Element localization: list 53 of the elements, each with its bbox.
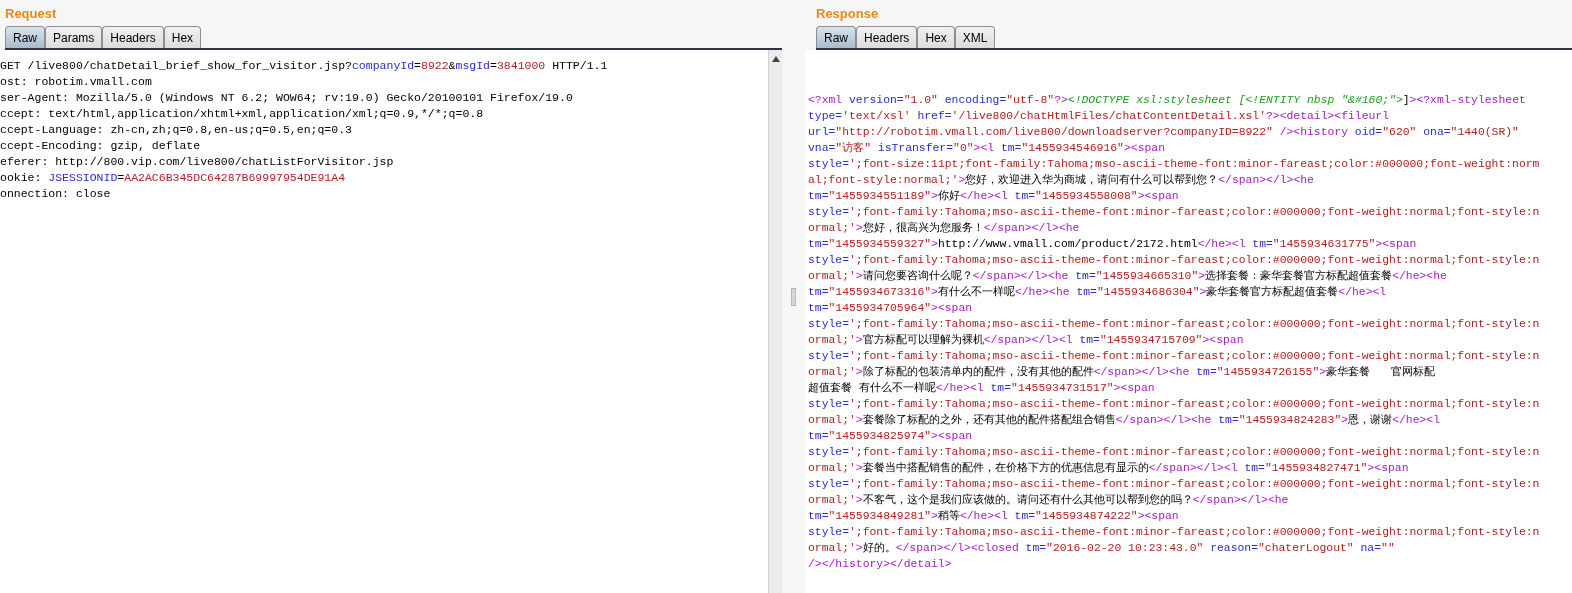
code-line: style=';font-family:Tahoma;mso-ascii-theme-font:minor-fareast;color:#000000;font-weight:normal;font-style:n bbox=[808, 477, 1541, 492]
code-line: ccept-Language: zh-cn,zh;q=0.8,en-us;q=0.5,en;q=0.3 bbox=[0, 122, 353, 138]
code-line: ormal;'>好的。</span></l><closed tm="2016-02-20 10:23:43.0" reason="chaterLogout" na="" bbox=[808, 541, 1396, 556]
code-line: tm="1455934849281">稍等</he><l tm="1455934874222"><span bbox=[808, 509, 1180, 524]
scrollbar[interactable] bbox=[768, 50, 782, 593]
code-line: style=';font-family:Tahoma;mso-ascii-theme-font:minor-fareast;color:#000000;font-weight:normal;font-style:n bbox=[808, 317, 1541, 332]
scroll-up-icon[interactable] bbox=[771, 56, 780, 62]
tab[interactable]: Headers bbox=[856, 26, 918, 48]
code-line: onnection: close bbox=[0, 186, 112, 202]
code-line: ccept-Encoding: gzip, deflate bbox=[0, 138, 202, 154]
code-line: ccept: text/html,application/xhtml+xml,application/xml;q=0.9,*/*;q=0.8 bbox=[0, 106, 485, 122]
code-line: style=';font-family:Tahoma;mso-ascii-theme-font:minor-fareast;color:#000000;font-weight:normal;font-style:n bbox=[808, 205, 1541, 220]
tab[interactable]: Raw bbox=[816, 26, 856, 48]
splitter-handle[interactable] bbox=[791, 287, 796, 306]
code-line: tm="1455934551189">你好</he><l tm="1455934558008"><span bbox=[808, 189, 1180, 204]
code-line: al;font-style:normal;'>您好，欢迎进入华为商城，请问有什么可以帮到您？</span></l><he bbox=[808, 173, 1315, 188]
code-line: type='text/xsl' href='/live800/chatHtmlFiles/chatContentDetail.xsl'?><detail><fileurl bbox=[808, 109, 1391, 124]
response-editor[interactable] bbox=[805, 50, 1572, 593]
panel-title: Request bbox=[4, 5, 58, 23]
code-line: tm="1455934825974"><span bbox=[808, 429, 974, 444]
tab[interactable]: XML bbox=[954, 26, 996, 48]
code-line: vna="访客" isTransfer="0"><l tm="1455934546916"><span bbox=[808, 141, 1166, 156]
code-line: style=';font-family:Tahoma;mso-ascii-theme-font:minor-fareast;color:#000000;font-weight:normal;font-style:n bbox=[808, 525, 1541, 540]
code-line: ormal;'>套餐当中搭配销售的配件，在价格下方的优惠信息有显示的</span></l><l tm="1455934827471"><span bbox=[808, 461, 1410, 476]
code-line: ormal;'>除了标配的包装清单内的配件，没有其他的配件</span></l><he tm="1455934726155">豪华套餐 官网标配 bbox=[808, 365, 1436, 380]
code-line: tm="1455934705964"><span bbox=[808, 301, 974, 316]
code-line: ormal;'>您好，很高兴为您服务！</span></l><he bbox=[808, 221, 1081, 236]
code-line: eferer: http://800.vip.com/live800/chatListForVisitor.jsp bbox=[0, 154, 395, 170]
code-line: ormal;'>套餐除了标配的之外，还有其他的配件搭配组合销售</span></l><he tm="1455934824283">恩，谢谢</he><l bbox=[808, 413, 1441, 428]
code-line: 超值套餐 有什么不一样呢</he><l tm="1455934731517"><span bbox=[808, 381, 1156, 396]
code-line: style=';font-family:Tahoma;mso-ascii-theme-font:minor-fareast;color:#000000;font-weight:normal;font-style:n bbox=[808, 445, 1541, 460]
code-line: url="http://robotim.vmall.com/live800/downloadserver?companyID=8922" /><history oid="620" ona="1440(SR)" bbox=[808, 125, 1520, 140]
code-line: style=';font-size:11pt;font-family:Tahoma;mso-ascii-theme-font:minor-fareast;color:#000000;font-weight:norm bbox=[808, 157, 1541, 172]
code-line: style=';font-family:Tahoma;mso-ascii-theme-font:minor-fareast;color:#000000;font-weight:normal;font-style:n bbox=[808, 349, 1541, 364]
tab[interactable]: Headers bbox=[102, 26, 164, 48]
code-line: style=';font-family:Tahoma;mso-ascii-theme-font:minor-fareast;color:#000000;font-weight:normal;font-style:n bbox=[808, 397, 1541, 412]
code-line: ormal;'>官方标配可以理解为裸机</span></l><l tm="1455934715709"><span bbox=[808, 333, 1245, 348]
code-line: ookie: JSESSIONID=AA2AC6B345DC64287B69997954DE91A4 bbox=[0, 170, 347, 186]
panel-title: Response bbox=[815, 5, 880, 23]
code-line: /></history></detail> bbox=[808, 557, 953, 572]
code-line: tm="1455934673316">有什么不一样呢</he><he tm="1455934686304">豪华套餐官方标配超值套餐</he><l bbox=[808, 285, 1388, 300]
code-line: ser-Agent: Mozilla/5.0 (Windows NT 6.2; WOW64; rv:19.0) Gecko/20100101 Firefox/19.0 bbox=[0, 90, 574, 106]
code-line: <?xml version="1.0" encoding="utf-8"?><!DOCTYPE xsl:stylesheet [<!ENTITY nbsp "&#160;">]><?xml-stylesheet bbox=[808, 93, 1527, 108]
code-line: GET /live800/chatDetail_brief_show_for_visitor.jsp?companyId=8922&msgId=3841000 HTTP/1.1 bbox=[0, 58, 609, 74]
tab[interactable]: Hex bbox=[917, 26, 955, 48]
tab[interactable]: Raw bbox=[5, 26, 45, 48]
code-line: tm="1455934559327">http://www.vmall.com/product/2172.html</he><l tm="1455934631775"><span bbox=[808, 237, 1418, 252]
tab[interactable]: Hex bbox=[163, 26, 202, 48]
code-line: ormal;'>请问您要咨询什么呢？</span></l><he tm="1455934665310">选择套餐：豪华套餐官方标配超值套餐</he><he bbox=[808, 269, 1448, 284]
code-line: ormal;'>不客气，这个是我们应该做的。请问还有什么其他可以帮到您的吗？</span></l><he bbox=[808, 493, 1290, 508]
code-line: ost: robotim.vmall.com bbox=[0, 74, 153, 90]
tab[interactable]: Params bbox=[45, 26, 103, 48]
code-line: style=';font-family:Tahoma;mso-ascii-theme-font:minor-fareast;color:#000000;font-weight:normal;font-style:n bbox=[808, 253, 1541, 268]
